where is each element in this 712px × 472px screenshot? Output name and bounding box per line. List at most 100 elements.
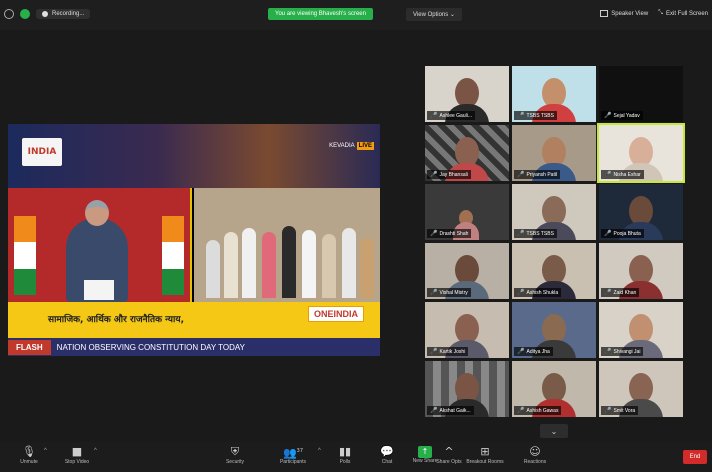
breakout-rooms-label: Breakout Rooms [466,459,504,465]
reactions-button[interactable]: ☺ Reactions [510,444,560,465]
participant-name-tag: 🎤 Vishal Mistry [427,288,471,297]
microphone-muted-icon: 🎙 [22,445,36,458]
participant-tile[interactable]: 🎤 Smit Vora [599,361,683,417]
info-icon[interactable] [4,9,14,19]
ticker-text: NATION OBSERVING CONSTITUTION DAY TODAY [56,342,245,352]
speaker-view-button[interactable]: Speaker View [600,10,648,17]
participants-button[interactable]: 👥37 Participants [268,444,318,465]
mic-muted-icon: 🎤 [604,113,612,119]
top-left-controls: Recording... [4,9,91,19]
polls-bar-icon: ▮▮ [338,445,352,458]
participant-tile[interactable]: 🎤 Ashish Shukla [512,243,596,299]
record-icon [42,11,48,17]
mic-muted-icon: 🎤 [517,172,525,178]
mic-muted-icon: 🎤 [604,290,612,296]
audio-options-caret-icon[interactable]: ^ [44,448,47,454]
participant-tile[interactable]: 🎤 Zaid Khan [599,243,683,299]
shield-icon: ⛨ [230,445,240,458]
mic-muted-icon: 🎤 [604,231,612,237]
participant-tile[interactable]: 🎤 Pooja Bhuta [599,184,683,240]
participant-name-tag: 🎤 Drashti Shah [427,229,472,238]
participant-name-tag: 🎤 Ashlee Gauli... [427,111,476,120]
participant-name-tag: 🎤 Ashish Shukla [514,288,562,297]
video-options-caret-icon[interactable]: ^ [94,448,97,454]
reactions-smiley-icon: ☺ [529,445,541,458]
participant-name-tag: 🎤 Sejal Yadav [601,111,643,120]
mic-muted-icon: 🎤 [430,408,438,414]
crowd-image [202,218,374,298]
participant-name: Ashlee Gauli... [439,112,473,119]
participant-name-tag: 🎤 Priyansh Patil [514,170,561,179]
participant-name: Zaid Khan [613,289,637,296]
exit-full-screen-button[interactable]: ⤡ Exit Full Screen [658,10,708,17]
security-label: Security [225,459,245,465]
participant-tile[interactable]: 🎤 Drashti Shah [425,184,509,240]
participant-name: TSBS TSBS [526,112,554,119]
chat-bubble-icon: 💬 [380,445,394,458]
share-options-label: Share Opts [436,459,462,465]
view-options-label: View Options [413,12,449,18]
live-badge: LIVE [356,142,374,150]
participant-tile[interactable]: 🎤 Ashish Gawas [512,361,596,417]
participant-name: Kartik Joshi [439,348,466,355]
participant-tile[interactable]: 🎤 Akshat Gaik... [425,361,509,417]
participant-tile[interactable]: 🎤 Ashlee Gauli... [425,66,509,122]
participant-name-tag: 🎤 Pooja Bhuta [601,229,644,238]
recording-indicator[interactable]: Recording... [36,9,91,19]
participant-name: Vishal Mistry [439,289,468,296]
video-pane-audience [194,188,380,302]
participant-name: Aditya Jha [526,348,550,355]
participants-label: Participants [279,459,307,465]
participant-name-tag: 🎤 TSBS TSBS [514,229,557,238]
location-badge: KEVADIA LIVE [329,142,374,150]
participant-name: Shivangi Jai [613,348,641,355]
participant-tile[interactable]: 🎤 Aditya Jha [512,302,596,358]
participant-name: Jay Bhansali [439,171,468,178]
channel-logo: INDIA [22,138,62,166]
security-button[interactable]: ⛨ Security [210,444,260,465]
mic-muted-icon: 🎤 [517,231,525,237]
mic-muted-icon: 🎤 [517,113,525,119]
participant-tile[interactable]: 🎤 TSBS TSBS [512,184,596,240]
speaker-view-label: Speaker View [611,10,649,17]
view-options-button[interactable]: View Options ⌄ [406,8,462,21]
mic-muted-icon: 🎤 [604,349,612,355]
video-camera-icon: ■ [71,445,83,458]
participant-name-tag: 🎤 TSBS TSBS [514,111,557,120]
participant-tile[interactable]: 🎤 Jay Bhansali [425,125,509,181]
reactions-label: Reactions [523,459,547,465]
mic-muted-icon: 🎤 [430,290,438,296]
gallery-scroll-down-button[interactable]: ⌄ [540,424,568,438]
exit-full-screen-icon: ⤡ [658,10,663,16]
participant-tile[interactable]: 🎤 Kartik Joshi [425,302,509,358]
oneindia-logo: ONEINDIA [307,306,364,322]
breakout-rooms-button[interactable]: ⊞ Breakout Rooms [460,444,510,465]
participant-name: Ashish Gawas [526,407,559,414]
participant-name: Akshat Gaik... [439,407,471,414]
mic-muted-icon: 🎤 [604,172,612,178]
unmute-label: Unmute [20,459,38,465]
mic-muted-icon: 🎤 [517,290,525,296]
participant-name-tag: 🎤 Jay Bhansali [427,170,471,179]
location-label: KEVADIA [329,143,355,149]
end-meeting-button[interactable]: End [683,450,707,464]
participants-icon: 👥37 [282,446,304,460]
participant-tile-active-speaker[interactable]: 🎤 Nisha Eshar [597,123,685,183]
participant-name: Sejal Yadav [613,112,640,119]
participant-tile[interactable]: 🎤 TSBS TSBS [512,66,596,122]
screen-share-banner: You are viewing Bhavesh's screen [268,8,373,20]
recording-label: Recording... [52,11,85,17]
encryption-shield-icon[interactable] [20,9,30,19]
participant-name-tag: 🎤 Ashish Gawas [514,406,562,415]
participant-name-tag: 🎤 Smit Vora [601,406,639,415]
participant-tile[interactable]: 🎤 Sejal Yadav [599,66,683,122]
participant-tile[interactable]: 🎤 Vishal Mistry [425,243,509,299]
participant-name-tag: 🎤 Aditya Jha [514,347,553,356]
meeting-toolbar: 🎙 Unmute ^ ■ Stop Video ^ ⛨ Security 👥37… [0,442,712,472]
participant-tile[interactable]: 🎤 Priyansh Patil [512,125,596,181]
participant-name: Ashish Shukla [526,289,559,296]
mic-muted-icon: 🎤 [517,408,525,414]
mic-muted-icon: 🎤 [430,231,438,237]
flash-label: FLASH [8,339,51,355]
participant-tile[interactable]: 🎤 Shivangi Jai [599,302,683,358]
